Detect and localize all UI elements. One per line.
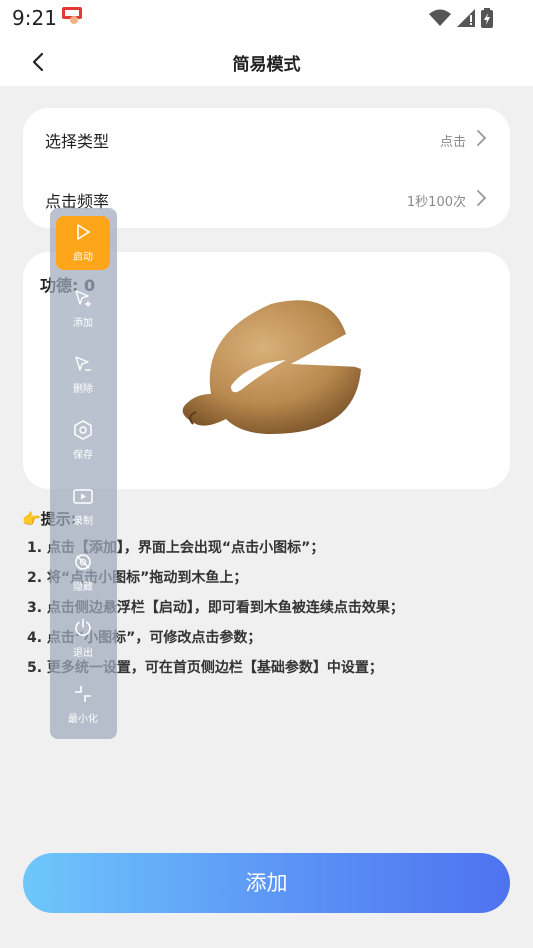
toolbar-minimize-label: 最小化 [68,714,98,725]
select-type-row[interactable]: 选择类型 点击 [23,108,510,168]
play-icon [77,224,90,240]
pointing-hand-icon: 👉 [22,510,41,528]
app-header: 简易模式 [0,36,533,86]
click-frequency-value: 1秒100次 [406,195,466,210]
toolbar-exit-button[interactable]: 退出 [56,612,110,666]
minimize-icon [75,686,91,702]
toolbar-hide-button[interactable]: 隐藏 [56,546,110,600]
cursor-plus-icon [75,290,91,307]
toolbar-record-label: 录制 [73,516,93,527]
wooden-fish-image[interactable] [171,294,367,434]
wifi-icon [429,9,451,26]
toolbar-start-label: 启动 [73,252,93,263]
status-time: 9:21 [12,6,57,30]
eye-off-icon [75,554,91,570]
chevron-right-icon [477,190,487,206]
power-icon [75,618,91,636]
hexagon-icon [74,420,92,440]
cursor-minus-icon [75,356,91,371]
toolbar-exit-label: 退出 [73,648,93,659]
add-button[interactable]: 添加 [23,853,510,913]
status-bar: 9:21 [0,0,533,36]
toolbar-save-label: 保存 [73,450,93,461]
toolbar-add-button[interactable]: 添加 [56,282,110,336]
toolbar-hide-label: 隐藏 [73,582,93,593]
toolbar-record-button[interactable]: 录制 [56,480,110,534]
toolbar-minimize-button[interactable]: 最小化 [56,678,110,732]
page-title: 简易模式 [232,55,301,75]
signal-icon [457,9,475,27]
toolbar-delete-label: 删除 [73,384,93,395]
toolbar-start-button[interactable]: 启动 [56,216,110,270]
select-type-value: 点击 [439,135,466,150]
battery-icon [481,8,493,28]
record-icon [73,489,93,504]
floating-toolbar: 启动 添加 删除 保存 录制 隐藏 退出 最小化 [50,208,117,739]
chevron-right-icon [477,130,487,146]
toolbar-delete-button[interactable]: 删除 [56,348,110,402]
toolbar-add-label: 添加 [73,318,93,329]
select-type-label: 选择类型 [45,132,110,151]
toolbar-save-button[interactable]: 保存 [56,414,110,468]
notification-icon [62,7,82,24]
